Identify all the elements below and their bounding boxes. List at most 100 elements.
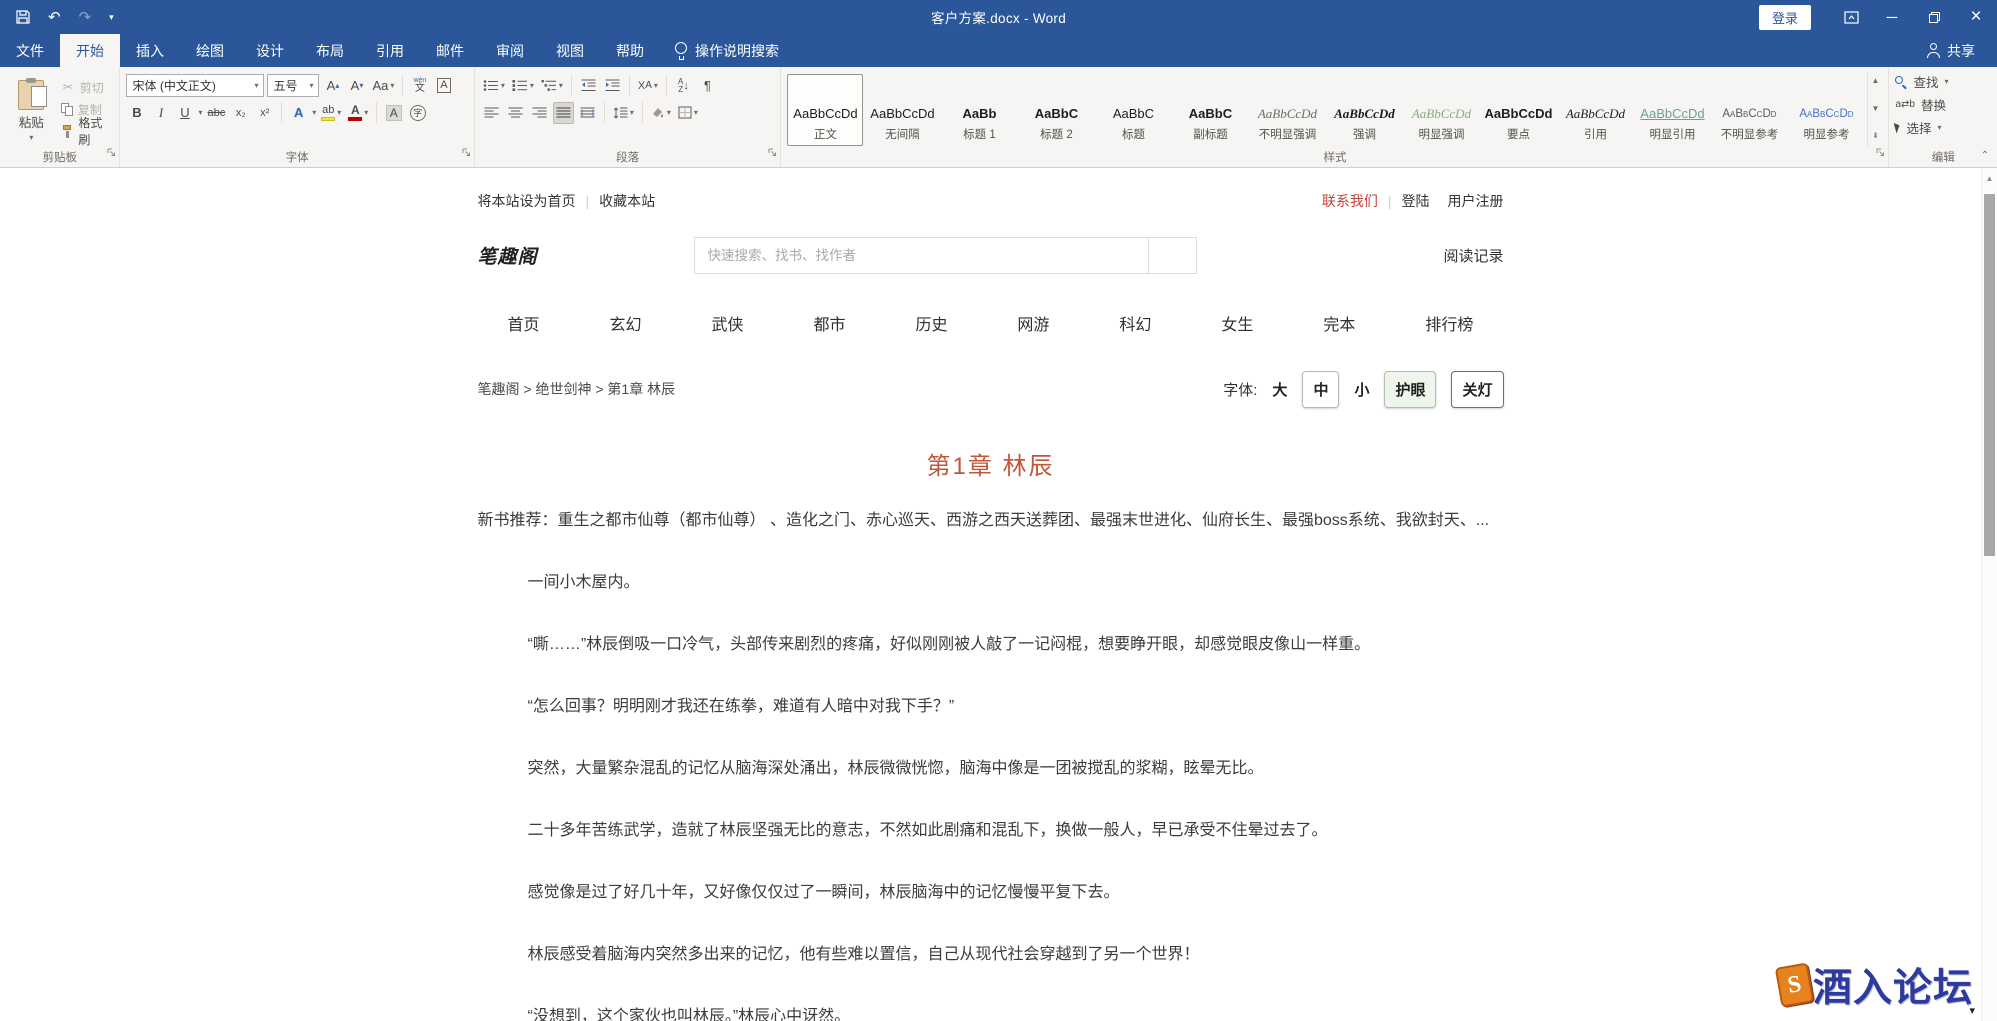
enclose-characters-button[interactable]: 字 <box>407 102 428 124</box>
italic-button[interactable]: I <box>150 102 171 124</box>
align-center-button[interactable] <box>505 102 526 124</box>
replace-button[interactable]: a⇄b替换 <box>1895 95 1991 114</box>
select-button[interactable]: 选择▾ <box>1895 118 1991 137</box>
lights-off-button[interactable]: 关灯 <box>1451 371 1503 408</box>
ribbon-tab[interactable]: 帮助 <box>600 34 660 67</box>
gallery-more-icon[interactable]: ⇟ <box>1872 131 1879 140</box>
style-gallery-item[interactable]: AaBbCcDd 无间隔 <box>864 74 940 146</box>
nav-item[interactable]: 科幻 <box>1119 311 1151 335</box>
decrease-indent-button[interactable] <box>578 75 599 97</box>
character-border-button[interactable]: A <box>433 75 454 97</box>
scroll-up-icon[interactable]: ▲ <box>1982 174 1997 183</box>
increase-indent-button[interactable] <box>602 75 623 97</box>
style-gallery-item[interactable]: AaBbCcDd 明显引用 <box>1634 74 1710 146</box>
align-right-button[interactable] <box>529 102 550 124</box>
nav-item[interactable]: 排行榜 <box>1425 311 1473 335</box>
bold-button[interactable]: B <box>126 102 147 124</box>
nav-item[interactable]: 都市 <box>813 311 845 335</box>
multilevel-list-button[interactable]: ▾ <box>539 75 565 97</box>
gallery-down-icon[interactable]: ▼ <box>1871 104 1879 113</box>
paste-button[interactable]: 粘贴 ▾ <box>6 72 57 146</box>
close-button[interactable]: × <box>1955 0 1997 34</box>
register-link[interactable]: 用户注册 <box>1448 191 1504 211</box>
strikethrough-button[interactable]: abc <box>206 102 228 124</box>
gallery-up-icon[interactable]: ▲ <box>1871 76 1879 85</box>
change-case-button[interactable]: Aa▾ <box>370 75 396 97</box>
login-link[interactable]: 登陆 <box>1402 191 1430 211</box>
style-gallery-item[interactable]: AaBb 标题 1 <box>941 74 1017 146</box>
ribbon-tab[interactable]: 邮件 <box>420 34 480 67</box>
shrink-font-button[interactable]: A▾ <box>346 75 367 97</box>
style-gallery-item[interactable]: AaBbC 标题 <box>1095 74 1171 146</box>
contact-link[interactable]: 联系我们 <box>1322 191 1378 211</box>
styles-dialog-launcher-icon[interactable] <box>1876 144 1885 162</box>
reading-record-link[interactable]: 阅读记录 <box>1443 245 1503 266</box>
style-gallery-item[interactable]: AaBbCcDd 要点 <box>1480 74 1556 146</box>
customize-qat-icon[interactable]: ▾ <box>109 12 114 23</box>
asian-layout-button[interactable]: XA▾ <box>636 75 660 97</box>
ribbon-tab[interactable]: 设计 <box>240 34 300 67</box>
style-gallery-item[interactable]: AaBbCcDd 正文 <box>787 74 863 146</box>
nav-item[interactable]: 武侠 <box>711 311 743 335</box>
font-size-combo[interactable]: 五号▾ <box>267 74 319 97</box>
search-input[interactable] <box>694 237 1149 274</box>
restore-button[interactable] <box>1913 0 1955 34</box>
show-hide-marks-button[interactable]: ¶ <box>697 75 718 97</box>
style-gallery-item[interactable]: AaBbC 副标题 <box>1172 74 1248 146</box>
vertical-scrollbar[interactable]: ▲ <box>1981 168 1997 1021</box>
nav-item[interactable]: 完本 <box>1323 311 1355 335</box>
line-spacing-button[interactable]: ▾ <box>611 102 636 124</box>
ribbon-tab[interactable]: 插入 <box>120 34 180 67</box>
character-shading-button[interactable]: A <box>383 102 404 124</box>
paragraph-dialog-launcher-icon[interactable] <box>768 144 777 162</box>
numbering-button[interactable]: ▾ <box>510 75 536 97</box>
font-small-button[interactable]: 小 <box>1354 379 1369 400</box>
nav-item[interactable]: 女生 <box>1221 311 1253 335</box>
ribbon-tab[interactable]: 布局 <box>300 34 360 67</box>
sign-in-button[interactable]: 登录 <box>1759 5 1811 30</box>
grow-font-button[interactable]: A▴ <box>322 75 343 97</box>
scrollbar-thumb[interactable] <box>1984 194 1995 556</box>
tell-me-search[interactable]: 操作说明搜索 <box>660 34 793 67</box>
clipboard-dialog-launcher-icon[interactable] <box>107 144 116 162</box>
align-left-button[interactable] <box>481 102 502 124</box>
style-gallery-item[interactable]: AaBbCcDd 不明显参考 <box>1711 74 1787 146</box>
subscript-button[interactable]: x₂ <box>230 102 251 124</box>
ribbon-tab[interactable]: 审阅 <box>480 34 540 67</box>
justify-button[interactable] <box>553 102 574 124</box>
set-home-link[interactable]: 将本站设为首页 <box>478 191 576 211</box>
distribute-button[interactable] <box>577 102 598 124</box>
font-dialog-launcher-icon[interactable] <box>462 144 471 162</box>
style-gallery-item[interactable]: AaBbCcDd 明显参考 <box>1788 74 1864 146</box>
format-painter-button[interactable]: 格式刷 <box>61 122 114 141</box>
ribbon-display-options-icon[interactable] <box>1831 0 1871 34</box>
style-gallery-item[interactable]: AaBbCcDd 强调 <box>1326 74 1402 146</box>
underline-button[interactable]: U <box>174 102 195 124</box>
bullets-button[interactable]: ▾ <box>481 75 507 97</box>
widget-arrow-icon[interactable]: ▾ <box>1969 1004 1975 1017</box>
collapse-ribbon-icon[interactable]: ⌃ <box>1981 150 1989 161</box>
ribbon-tab[interactable]: 绘图 <box>180 34 240 67</box>
font-color-button[interactable]: A▾ <box>346 102 370 124</box>
phonetic-guide-button[interactable]: wén文 <box>409 75 430 97</box>
borders-button[interactable]: ▾ <box>676 102 700 124</box>
highlight-button[interactable]: ab▾ <box>319 102 343 124</box>
font-medium-button[interactable]: 中 <box>1302 371 1339 408</box>
site-logo[interactable]: 笔趣阁 <box>478 242 694 269</box>
bookmark-link[interactable]: 收藏本站 <box>599 191 655 211</box>
font-large-button[interactable]: 大 <box>1272 379 1287 400</box>
shading-button[interactable]: ▾ <box>649 102 673 124</box>
share-button[interactable]: 共享 <box>1905 34 1997 67</box>
superscript-button[interactable]: x² <box>254 102 275 124</box>
undo-icon[interactable]: ↶ <box>48 8 61 26</box>
nav-item[interactable]: 历史 <box>915 311 947 335</box>
save-icon[interactable] <box>16 10 30 24</box>
eye-care-button[interactable]: 护眼 <box>1384 371 1436 408</box>
sort-button[interactable]: AZ↓ <box>673 75 694 97</box>
ribbon-tab[interactable]: 引用 <box>360 34 420 67</box>
find-button[interactable]: 查找▾ <box>1895 72 1991 91</box>
ribbon-tab[interactable]: 视图 <box>540 34 600 67</box>
ribbon-tab[interactable]: 文件 <box>0 34 60 67</box>
minimize-button[interactable]: ─ <box>1871 0 1913 34</box>
ribbon-tab[interactable]: 开始 <box>60 34 120 67</box>
